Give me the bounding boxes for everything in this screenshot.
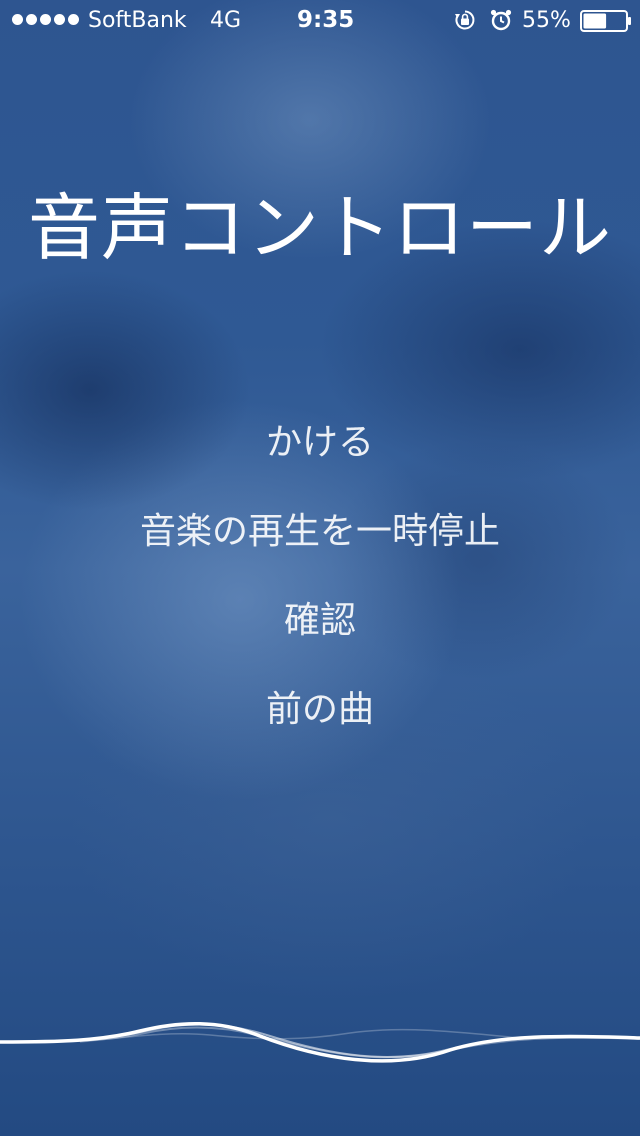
command-call: かける [265,422,374,463]
command-suggestions: かける 音楽の再生を一時停止 確認 前の曲 [0,415,640,771]
alarm-icon [490,9,512,31]
battery-percentage: 55% [522,8,571,33]
voice-control-screen: SoftBank 4G 9:35 55% 音声コントロール かける 音楽の再生を… [0,0,640,1136]
command-confirm: 確認 [283,600,356,641]
status-bar: SoftBank 4G 9:35 55% [0,0,640,40]
battery-icon [580,10,631,32]
signal-strength-icon [12,14,79,25]
voice-waveform [0,1022,640,1063]
carrier-name: SoftBank [88,8,187,33]
status-time: 9:35 [297,7,355,33]
command-pause-music: 音楽の再生を一時停止 [139,511,500,552]
rotation-lock-icon [455,10,475,30]
page-title: 音声コントロール [27,186,612,270]
network-type: 4G [210,8,242,33]
command-previous-track: 前の曲 [265,689,374,730]
